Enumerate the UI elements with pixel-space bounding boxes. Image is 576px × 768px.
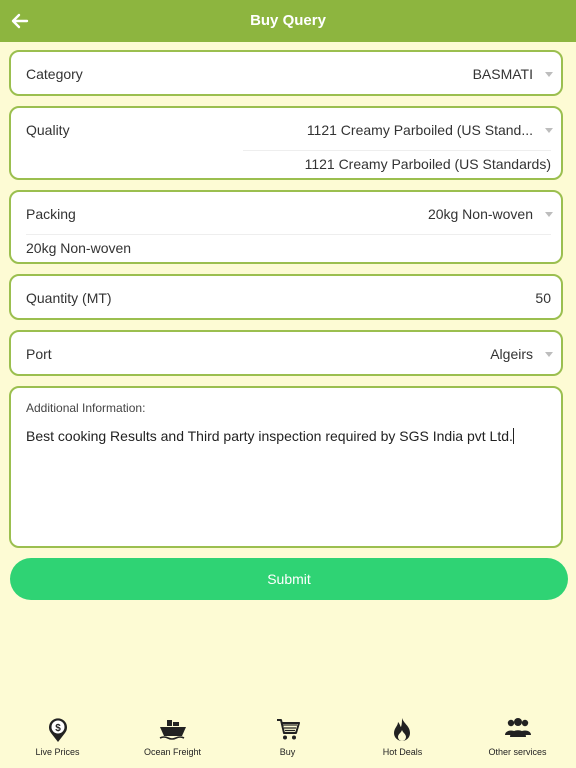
tab-label: Live Prices — [35, 747, 80, 757]
additional-info-text: Best cooking Results and Third party ins… — [26, 428, 514, 444]
additional-info-textarea[interactable]: Additional Information: Best cooking Res… — [9, 386, 563, 548]
tab-live-prices[interactable]: $ Live Prices — [0, 705, 115, 768]
people-icon — [505, 718, 531, 737]
packing-selected: 20kg Non-woven — [26, 240, 132, 256]
chevron-down-icon — [545, 212, 553, 217]
bottom-tab-bar: $ Live Prices Ocean Freight Buy Hot Deal… — [0, 705, 576, 768]
port-value: Algeirs — [490, 346, 533, 362]
divider — [243, 150, 551, 151]
packing-select[interactable]: Packing 20kg Non-woven 20kg Non-woven — [9, 190, 563, 264]
tab-other-services[interactable]: Other services — [460, 705, 575, 768]
additional-info-value: Best cooking Results and Third party ins… — [26, 428, 513, 444]
category-select[interactable]: Category BASMATI — [9, 50, 563, 96]
submit-button[interactable]: Submit — [10, 558, 568, 600]
app-header: Buy Query — [0, 0, 576, 42]
flame-icon — [394, 718, 410, 741]
tab-label: Other services — [488, 747, 547, 757]
ship-icon — [159, 720, 186, 740]
quality-selected: 1121 Creamy Parboiled (US Standards) — [304, 156, 551, 172]
quantity-input[interactable]: 50 — [535, 290, 551, 306]
quality-label: Quality — [26, 122, 70, 138]
tab-buy[interactable]: Buy — [230, 705, 345, 768]
quality-select[interactable]: Quality 1121 Creamy Parboiled (US Stand.… — [9, 106, 563, 180]
dollar-pin-icon: $ — [49, 718, 67, 742]
tab-hot-deals[interactable]: Hot Deals — [345, 705, 460, 768]
chevron-down-icon — [545, 72, 553, 77]
port-label: Port — [26, 346, 52, 362]
text-cursor — [512, 428, 514, 444]
category-value: BASMATI — [472, 66, 533, 82]
quality-value: 1121 Creamy Parboiled (US Stand... — [306, 122, 533, 138]
packing-label: Packing — [26, 206, 76, 222]
category-label: Category — [26, 66, 83, 82]
tab-ocean-freight[interactable]: Ocean Freight — [115, 705, 230, 768]
additional-info-label: Additional Information: — [26, 401, 146, 415]
chevron-down-icon — [545, 352, 553, 357]
divider — [26, 234, 551, 235]
page-title: Buy Query — [250, 12, 326, 29]
tab-label: Ocean Freight — [143, 747, 202, 757]
chevron-down-icon — [545, 128, 553, 133]
tab-label: Hot Deals — [382, 747, 423, 757]
packing-value: 20kg Non-woven — [427, 206, 533, 222]
svg-text:$: $ — [55, 723, 61, 734]
quantity-field[interactable]: Quantity (MT) 50 — [9, 274, 563, 320]
cart-icon — [277, 719, 300, 740]
tab-label: Buy — [279, 747, 296, 757]
quantity-label: Quantity (MT) — [26, 290, 112, 306]
port-select[interactable]: Port Algeirs — [9, 330, 563, 376]
